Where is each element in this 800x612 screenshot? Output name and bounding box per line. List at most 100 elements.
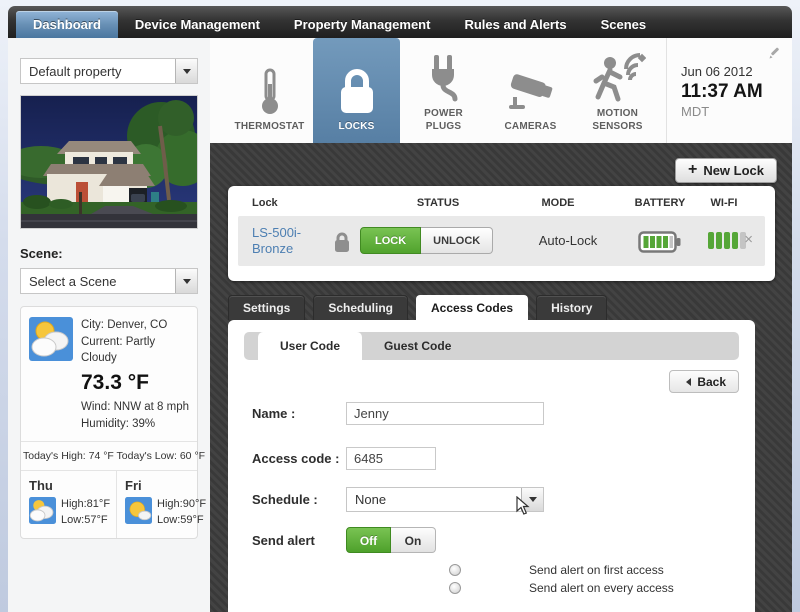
- scene-label: Scene:: [20, 246, 63, 261]
- alert-first-access-option: Send alert on first access: [449, 563, 664, 577]
- edit-icon[interactable]: [768, 46, 782, 65]
- device-type-bar: THERMOSTAT LOCKS POWER PLUGS CAMERAS MOT…: [210, 38, 792, 152]
- nav-rules-and-alerts[interactable]: Rules and Alerts: [447, 11, 583, 38]
- property-photo: [6, 95, 211, 229]
- col-battery: BATTERY: [634, 197, 686, 209]
- close-icon[interactable]: ×: [744, 232, 753, 247]
- tab-settings[interactable]: Settings: [228, 295, 306, 320]
- nav-dashboard[interactable]: Dashboard: [16, 11, 118, 38]
- device-tab-label: POWER PLUGS: [424, 108, 463, 132]
- nav-property-management[interactable]: Property Management: [277, 11, 448, 38]
- chevron-down-icon[interactable]: [175, 269, 197, 293]
- col-status: STATUS: [416, 197, 460, 209]
- battery-indicator-icon: [638, 230, 682, 259]
- thermostat-icon: [259, 63, 281, 121]
- access-code-input[interactable]: [346, 447, 436, 470]
- lock-name-link[interactable]: LS-500i-Bronze: [252, 225, 318, 258]
- tab-scheduling[interactable]: Scheduling: [313, 295, 409, 320]
- property-select-value: Default property: [29, 63, 122, 79]
- tab-access-codes[interactable]: Access Codes: [416, 295, 529, 320]
- device-tab-locks[interactable]: LOCKS: [313, 38, 400, 152]
- partly-cloudy-icon: [29, 496, 56, 529]
- subtab-user-code[interactable]: User Code: [258, 332, 363, 360]
- device-tab-motion-sensors[interactable]: MOTION SENSORS: [574, 38, 661, 143]
- current-timezone: MDT: [681, 104, 710, 119]
- device-tab-label: CAMERAS: [504, 120, 557, 132]
- alert-every-access-option: Send alert on every access: [449, 581, 674, 595]
- nav-device-management[interactable]: Device Management: [118, 11, 277, 38]
- lock-table-header: Lock STATUS MODE BATTERY WI-FI: [228, 186, 775, 215]
- radio-first-access[interactable]: [449, 564, 461, 576]
- radio-first-access-label: Send alert on first access: [529, 563, 664, 577]
- lock-button[interactable]: LOCK: [360, 227, 422, 254]
- code-type-subtabs: User Code Guest Code: [244, 332, 739, 360]
- nav-scenes[interactable]: Scenes: [584, 11, 664, 38]
- top-navbar: Dashboard Device Management Property Man…: [8, 6, 792, 38]
- weather-city: City: Denver, CO: [81, 319, 168, 331]
- name-label: Name :: [252, 406, 296, 421]
- mostly-sunny-icon: [125, 496, 153, 529]
- unlock-button[interactable]: UNLOCK: [421, 227, 494, 254]
- weather-current: Current: Partly Cloudy: [81, 335, 156, 365]
- padlock-icon: [332, 230, 352, 259]
- partly-cloudy-icon: [29, 317, 73, 433]
- schedule-select[interactable]: None: [346, 487, 544, 512]
- plus-icon: +: [687, 160, 698, 178]
- toggle-on-button[interactable]: On: [391, 527, 436, 553]
- name-input[interactable]: [346, 402, 544, 425]
- weather-humidity: Humidity: 39%: [81, 418, 156, 431]
- device-tab-cameras[interactable]: CAMERAS: [487, 38, 574, 143]
- name-row: Name :: [252, 402, 544, 425]
- forecast-high: High:81°F: [61, 498, 111, 511]
- datetime-panel: Jun 06 2012 11:37 AM MDT: [666, 38, 792, 143]
- schedule-row: Schedule : None: [252, 487, 544, 512]
- tab-history[interactable]: History: [536, 295, 608, 320]
- property-select[interactable]: Default property: [20, 58, 198, 84]
- radio-every-access[interactable]: [449, 582, 461, 594]
- new-lock-button[interactable]: + New Lock: [674, 158, 777, 183]
- device-tab-thermostat[interactable]: THERMOSTAT: [226, 38, 313, 143]
- col-wifi: WI-FI: [710, 197, 738, 209]
- device-tab-power-plugs[interactable]: POWER PLUGS: [400, 38, 487, 143]
- forecast-low: Low:57°F: [61, 513, 108, 526]
- access-code-row: Access code :: [252, 447, 436, 470]
- scene-select-value: Select a Scene: [29, 273, 117, 289]
- forecast-day: Thu: [29, 477, 53, 493]
- weather-widget: City: Denver, CO Current: Partly Cloudy …: [20, 306, 206, 539]
- back-button[interactable]: Back: [669, 370, 739, 393]
- back-arrow-icon: [682, 377, 692, 386]
- lock-icon: [335, 63, 379, 121]
- access-code-label: Access code :: [252, 451, 340, 466]
- wifi-signal-icon: [708, 232, 748, 249]
- locks-workspace: + New Lock Lock STATUS MODE BATTERY WI-F…: [210, 143, 792, 612]
- device-tab-label: MOTION SENSORS: [592, 108, 643, 132]
- chevron-down-icon[interactable]: [521, 488, 543, 511]
- weather-temperature: 73.3 °F: [81, 371, 149, 395]
- access-codes-panel: User Code Guest Code Back Name : Access …: [228, 320, 755, 612]
- send-alert-toggle: Off On: [346, 527, 436, 553]
- main-content: THERMOSTAT LOCKS POWER PLUGS CAMERAS MOT…: [210, 38, 792, 612]
- lock-mode: Auto-Lock: [538, 233, 598, 248]
- col-mode: MODE: [541, 197, 575, 209]
- radio-every-access-label: Send alert on every access: [529, 581, 674, 595]
- motion-sensor-icon: [590, 50, 646, 108]
- current-time: 11:37 AM: [681, 81, 763, 102]
- forecast-fri: Fri High:90°F Low:59°F: [116, 470, 212, 538]
- table-row: LS-500i-Bronze LOCK UNLOCK Auto-Lock ×: [238, 216, 765, 266]
- sidebar: Default property Scene: Select a Scene C…: [6, 38, 211, 612]
- forecast-high: High:90°F: [157, 498, 207, 511]
- power-plug-icon: [424, 50, 464, 108]
- scene-select[interactable]: Select a Scene: [20, 268, 198, 294]
- camera-icon: [505, 63, 557, 121]
- forecast-low: Low:59°F: [157, 513, 204, 526]
- schedule-label: Schedule :: [252, 492, 318, 507]
- lock-table: Lock STATUS MODE BATTERY WI-FI LS-500i-B…: [228, 186, 775, 281]
- weather-today-range: Today's High: 74 °F Today's Low: 60 °F: [23, 449, 206, 462]
- weather-wind: Wind: NNW at 8 mph: [81, 401, 189, 414]
- chevron-down-icon[interactable]: [175, 59, 197, 83]
- send-alert-label: Send alert: [252, 532, 315, 548]
- toggle-off-button[interactable]: Off: [346, 527, 391, 553]
- subtab-guest-code[interactable]: Guest Code: [362, 332, 473, 360]
- device-tab-label: LOCKS: [338, 120, 375, 132]
- lock-detail-tabs: Settings Scheduling Access Codes History: [228, 295, 615, 320]
